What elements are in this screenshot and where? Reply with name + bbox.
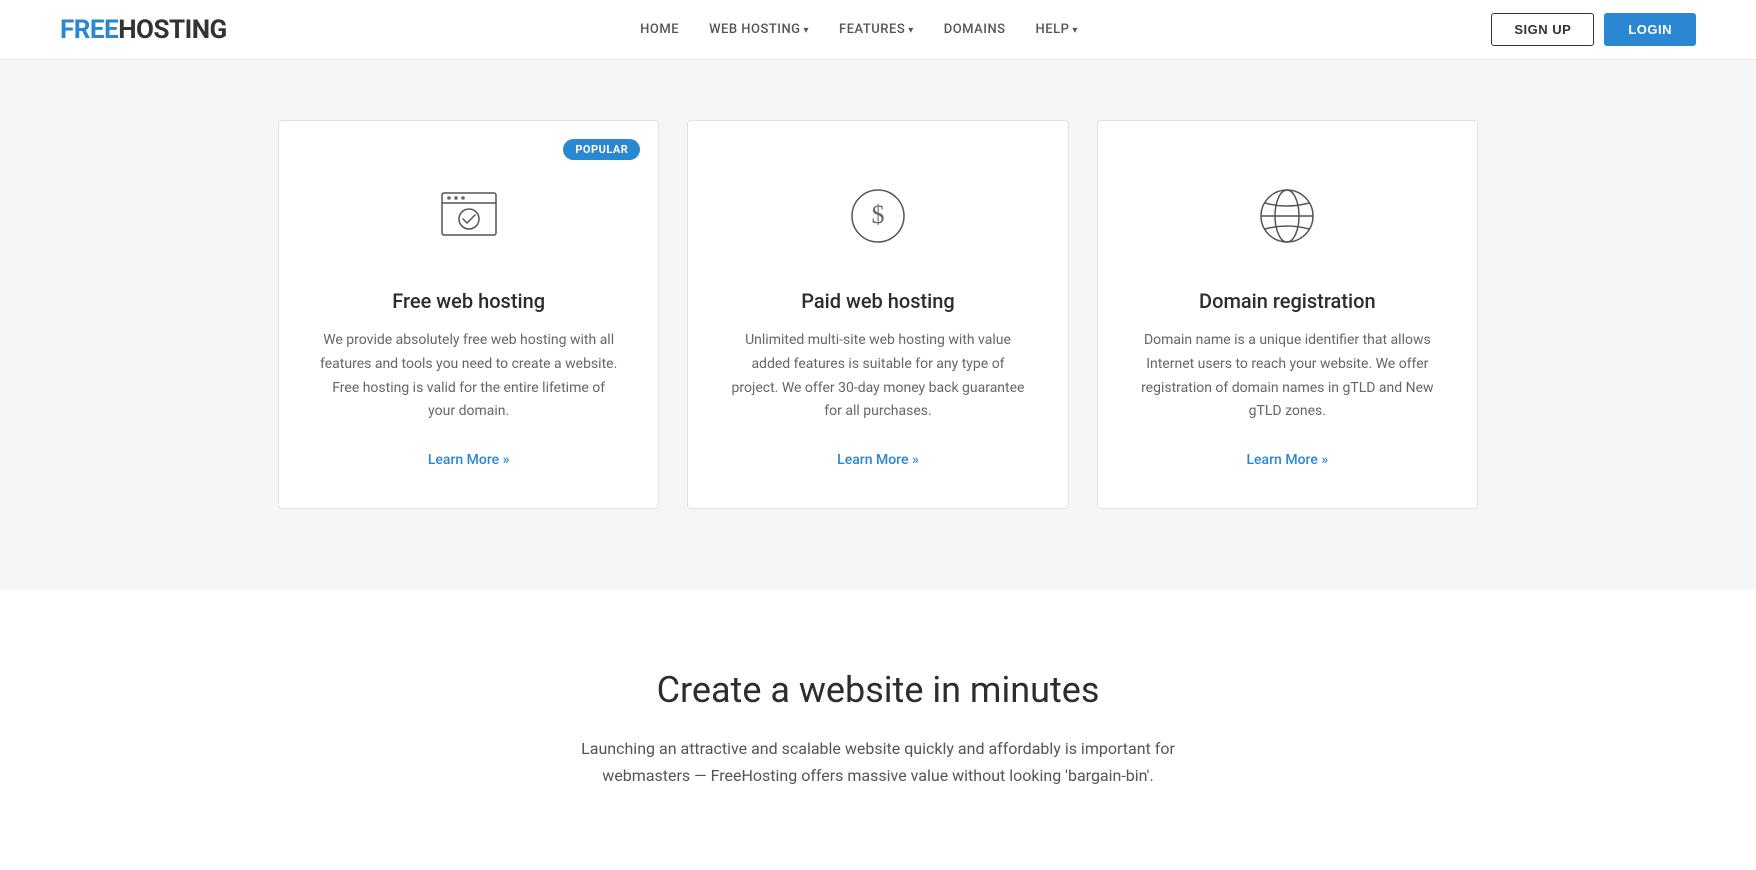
nav-features[interactable]: FEATURES [839,22,914,37]
domain-learn-more[interactable]: Learn More » [1247,452,1329,468]
card-free-hosting: POPULAR Free web hosting We provide abso… [278,120,659,509]
free-hosting-learn-more[interactable]: Learn More » [428,452,510,468]
dollar-circle-icon: $ [833,171,923,261]
bottom-desc: Launching an attractive and scalable web… [553,735,1203,789]
login-button[interactable]: LOGIN [1604,13,1696,46]
popular-badge: POPULAR [563,139,640,160]
card-paid-hosting-desc: Unlimited multi-site web hosting with va… [728,329,1027,424]
logo-free: FREE [60,15,118,45]
card-paid-hosting: $ Paid web hosting Unlimited multi-site … [687,120,1068,509]
signup-button[interactable]: SIGN UP [1491,13,1594,46]
bottom-section: Create a website in minutes Launching an… [0,589,1756,869]
nav-help[interactable]: HELP [1036,22,1078,37]
card-domain-desc: Domain name is a unique identifier that … [1138,329,1437,424]
paid-hosting-learn-more[interactable]: Learn More » [837,452,919,468]
globe-icon [1242,171,1332,261]
logo-hosting: HOSTING [118,15,227,45]
nav-web-hosting[interactable]: WEB HOSTING [709,22,809,37]
bottom-title: Create a website in minutes [60,669,1696,711]
svg-text:$: $ [871,200,884,229]
header-buttons: SIGN UP LOGIN [1491,13,1696,46]
card-free-hosting-title: Free web hosting [392,289,545,313]
header: FREEHOSTING HOME WEB HOSTING FEATURES DO… [0,0,1756,60]
nav-domains[interactable]: DOMAINS [944,22,1006,37]
card-domain-registration: Domain registration Domain name is a uni… [1097,120,1478,509]
main-nav: HOME WEB HOSTING FEATURES DOMAINS HELP [640,22,1078,37]
cards-section: POPULAR Free web hosting We provide abso… [0,60,1756,589]
card-free-hosting-desc: We provide absolutely free web hosting w… [319,329,618,424]
card-domain-title: Domain registration [1199,289,1376,313]
logo[interactable]: FREEHOSTING [60,15,227,45]
cards-container: POPULAR Free web hosting We provide abso… [278,120,1478,509]
nav-home[interactable]: HOME [640,22,679,37]
card-paid-hosting-title: Paid web hosting [801,289,955,313]
browser-check-icon [424,171,514,261]
